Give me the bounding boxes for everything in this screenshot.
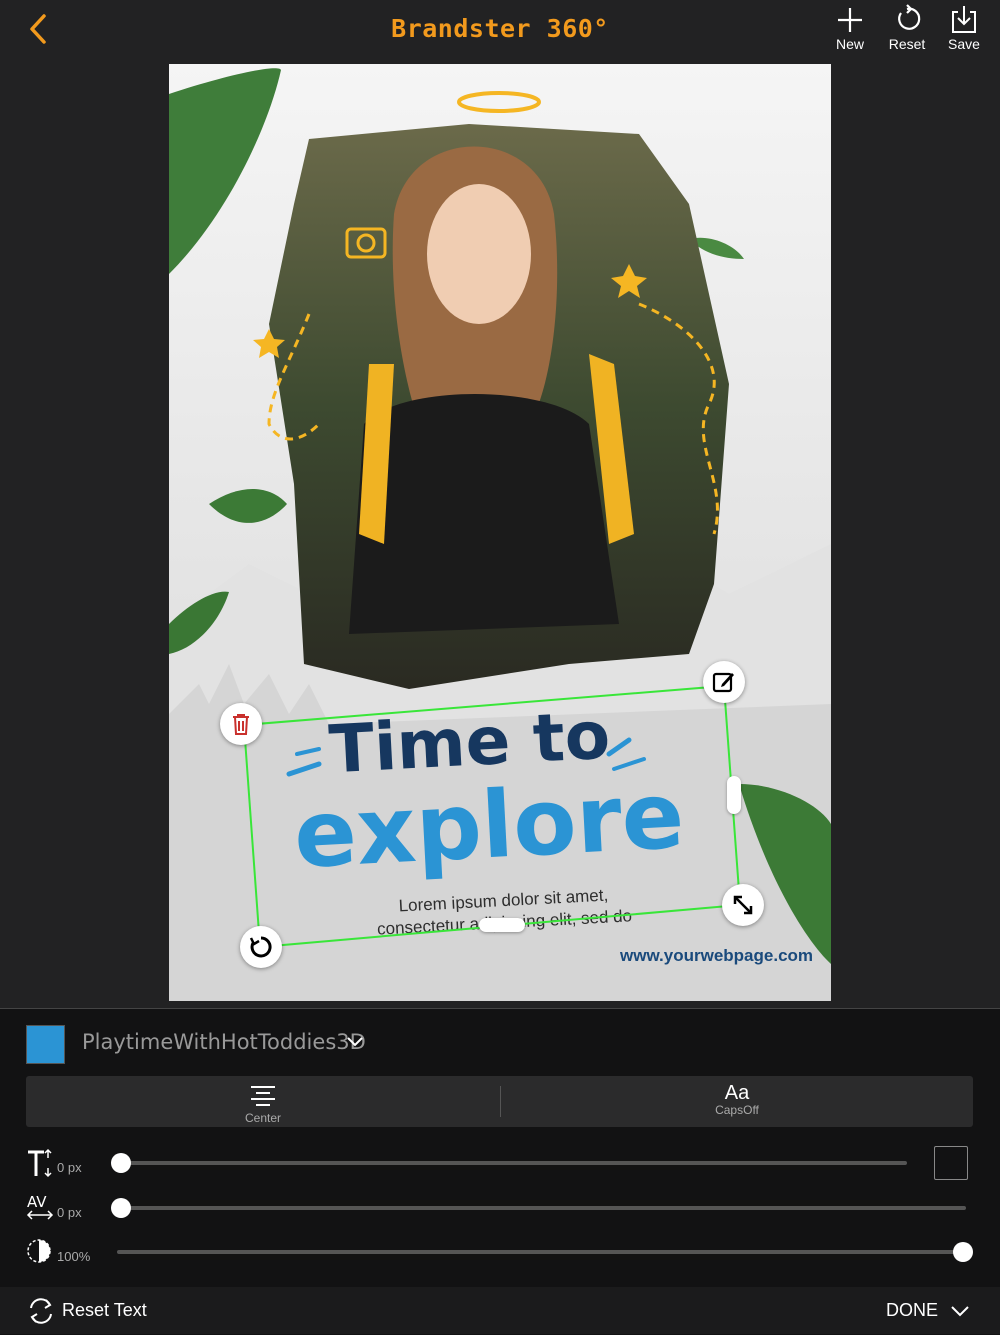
delete-handle[interactable] [220, 703, 262, 745]
align-center-button[interactable]: Center [26, 1076, 500, 1127]
bottom-side-handle[interactable] [479, 918, 525, 932]
letter-spacing-icon: AV [26, 1193, 54, 1220]
reset-text-button[interactable] [26, 1296, 56, 1330]
letter-spacing-slider-thumb[interactable] [111, 1198, 131, 1218]
caps-button[interactable]: Aa CapsOff [500, 1076, 974, 1127]
new-label: New [835, 36, 864, 52]
caps-icon: Aa [724, 1082, 750, 1104]
alignment-caps-segment: Center Aa CapsOff [26, 1076, 973, 1127]
caps-label: CapsOff [715, 1103, 759, 1117]
align-center-icon [251, 1086, 275, 1106]
rotate-handle[interactable] [240, 926, 282, 968]
website-text: www.yourwebpage.com [620, 946, 814, 965]
top-bar: Brandster 360° New Reset Save [0, 0, 1000, 62]
opacity-slider-thumb[interactable] [953, 1242, 973, 1262]
resize-handle[interactable] [722, 884, 764, 926]
reset-button[interactable]: Reset [881, 4, 933, 58]
refresh-icon [30, 1298, 52, 1324]
reset-text-label[interactable]: Reset Text [62, 1300, 147, 1321]
reset-label: Reset [888, 36, 926, 52]
chevron-down-icon[interactable] [345, 1034, 365, 1050]
font-name[interactable]: PlaytimeWithHotToddies3D [82, 1030, 366, 1054]
opacity-track[interactable] [117, 1250, 963, 1254]
opacity-value: 100% [57, 1249, 91, 1264]
headline-line-2: explore [291, 761, 687, 890]
reset-icon [898, 4, 921, 30]
letter-spacing-track[interactable] [117, 1206, 966, 1210]
done-button[interactable]: DONE [886, 1300, 971, 1321]
font-color-swatch[interactable] [26, 1025, 65, 1064]
opacity-icon [27, 1239, 51, 1263]
resize-icon [733, 895, 753, 915]
done-label: DONE [886, 1300, 939, 1320]
edit-icon [712, 672, 734, 693]
text-background-color-box[interactable] [934, 1146, 968, 1180]
edit-handle[interactable] [703, 661, 745, 703]
align-label: Center [244, 1111, 282, 1125]
plus-icon [838, 8, 862, 32]
save-label: Save [948, 36, 980, 52]
line-spacing-icon [28, 1148, 52, 1178]
bottom-bar [0, 1287, 1000, 1334]
right-side-handle[interactable] [727, 776, 741, 814]
line-spacing-value: 0 px [57, 1160, 82, 1175]
letter-spacing-value: 0 px [57, 1205, 82, 1220]
line-spacing-track[interactable] [117, 1161, 907, 1165]
save-button[interactable]: Save [938, 4, 990, 58]
new-button[interactable]: New [824, 4, 876, 58]
save-icon [952, 6, 976, 33]
trash-icon [233, 714, 249, 735]
chevron-down-icon [951, 1306, 969, 1317]
text-style-panel [0, 1008, 1000, 1335]
line-spacing-slider-thumb[interactable] [111, 1153, 131, 1173]
design-canvas[interactable]: Time to explore Lorem ipsum dolor sit am… [169, 64, 831, 1001]
rotate-icon [249, 936, 272, 958]
svg-text:AV: AV [27, 1193, 47, 1211]
